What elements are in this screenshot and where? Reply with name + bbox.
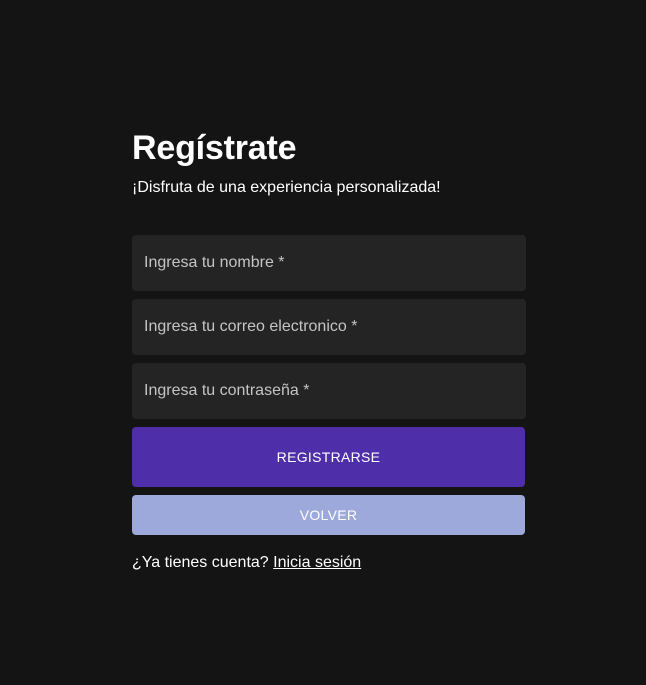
- name-input[interactable]: [132, 235, 526, 291]
- page-subtitle: ¡Disfruta de una experiencia personaliza…: [132, 179, 441, 196]
- back-button[interactable]: VOLVER: [132, 495, 525, 535]
- register-button[interactable]: REGISTRARSE: [132, 427, 525, 487]
- login-link[interactable]: Inicia sesión: [273, 554, 361, 571]
- page-title: Regístrate: [132, 129, 297, 167]
- email-input[interactable]: [132, 299, 526, 355]
- login-prompt-text: ¿Ya tienes cuenta?: [132, 554, 269, 571]
- register-page: Regístrate ¡Disfruta de una experiencia …: [0, 0, 646, 685]
- register-form: Regístrate ¡Disfruta de una experiencia …: [132, 128, 526, 573]
- password-input[interactable]: [132, 363, 526, 419]
- login-prompt: ¿Ya tienes cuenta? Inicia sesión: [132, 553, 526, 573]
